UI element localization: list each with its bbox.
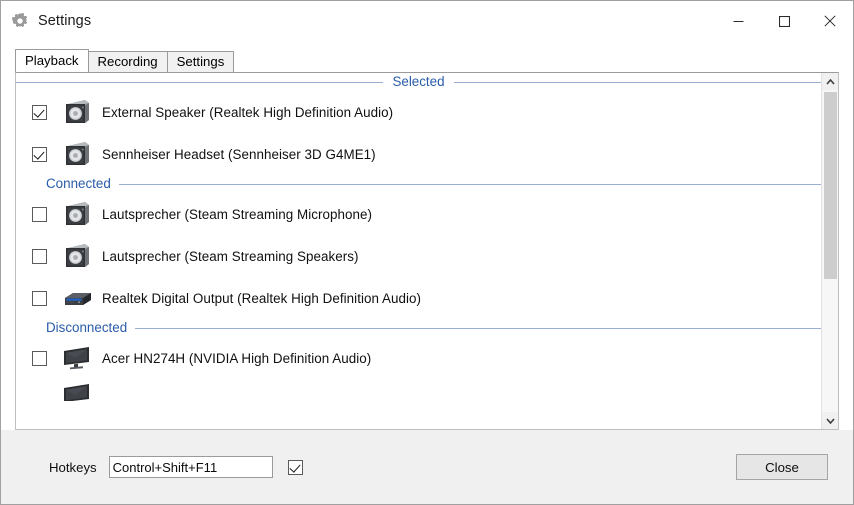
device-row[interactable]: Sennheiser Headset (Sennheiser 3D G4ME1) — [16, 133, 821, 175]
section-rule-right — [135, 328, 821, 329]
scrollbar-track[interactable] — [822, 90, 838, 412]
minimize-button[interactable] — [715, 1, 761, 41]
speaker-icon — [60, 138, 94, 170]
tab-strip: Playback Recording Settings — [15, 49, 839, 72]
window-controls — [715, 1, 853, 41]
window-title: Settings — [38, 13, 91, 29]
section-header-selected: Selected — [16, 73, 821, 91]
title-bar: Settings — [1, 1, 853, 41]
device-row[interactable]: Realtek Digital Output (Realtek High Def… — [16, 277, 821, 319]
hotkeys-input[interactable] — [109, 456, 273, 478]
device-label: Lautsprecher (Steam Streaming Speakers) — [102, 249, 359, 264]
section-rule-lead — [16, 184, 38, 185]
tab-playback-label: Playback — [25, 54, 79, 67]
tab-settings[interactable]: Settings — [167, 51, 235, 72]
section-label-disconnected: Disconnected — [38, 321, 135, 334]
monitor-icon — [60, 379, 94, 401]
device-label: Sennheiser Headset (Sennheiser 3D G4ME1) — [102, 147, 376, 162]
device-checkbox[interactable] — [32, 291, 47, 306]
device-list[interactable]: Selected — [16, 73, 821, 429]
device-checkbox[interactable] — [32, 249, 47, 264]
tab-recording-label: Recording — [98, 55, 158, 68]
section-rule-right — [454, 82, 821, 83]
section-rule-lead — [16, 328, 38, 329]
hotkeys-label: Hotkeys — [49, 460, 97, 475]
maximize-button[interactable] — [761, 1, 807, 41]
tab-settings-label: Settings — [177, 55, 225, 68]
device-row[interactable]: Lautsprecher (Steam Streaming Microphone… — [16, 193, 821, 235]
device-checkbox[interactable] — [32, 351, 47, 366]
hotkeys-enabled-checkbox[interactable] — [288, 460, 303, 475]
device-label: Lautsprecher (Steam Streaming Microphone… — [102, 207, 372, 222]
scrollbar-thumb[interactable] — [824, 92, 837, 279]
footer-bar: Hotkeys Close — [1, 430, 853, 504]
device-checkbox[interactable] — [32, 105, 47, 120]
speaker-icon — [60, 96, 94, 128]
device-label: Acer HN274H (NVIDIA High Definition Audi… — [102, 351, 371, 366]
title-bar-left: Settings — [1, 12, 91, 30]
settings-dialog: Settings Playback Recording — [0, 0, 854, 505]
chevron-up-icon[interactable] — [822, 73, 838, 90]
device-label: External Speaker (Realtek High Definitio… — [102, 105, 393, 120]
device-row[interactable]: Acer HN274H (NVIDIA High Definition Audi… — [16, 337, 821, 379]
section-label-selected: Selected — [383, 75, 453, 88]
device-checkbox[interactable] — [32, 147, 47, 162]
tab-recording[interactable]: Recording — [88, 51, 168, 72]
section-rule-right — [119, 184, 821, 185]
tab-playback[interactable]: Playback — [15, 49, 89, 72]
device-row-clipped[interactable] — [16, 379, 821, 401]
monitor-icon — [60, 342, 94, 374]
section-header-disconnected: Disconnected — [16, 319, 821, 337]
speaker-icon — [60, 240, 94, 272]
vertical-scrollbar[interactable] — [821, 73, 838, 429]
section-label-connected: Connected — [38, 177, 119, 190]
section-header-connected: Connected — [16, 175, 821, 193]
close-button[interactable]: Close — [736, 454, 828, 480]
digital-output-icon — [60, 282, 94, 314]
device-list-panel: Selected — [15, 72, 839, 430]
device-row[interactable]: Lautsprecher (Steam Streaming Speakers) — [16, 235, 821, 277]
section-rule-left — [16, 82, 383, 83]
device-row[interactable]: External Speaker (Realtek High Definitio… — [16, 91, 821, 133]
chevron-down-icon[interactable] — [822, 412, 838, 429]
device-label: Realtek Digital Output (Realtek High Def… — [102, 291, 421, 306]
tab-strip-container: Playback Recording Settings — [1, 41, 853, 72]
device-checkbox[interactable] — [32, 207, 47, 222]
gear-icon — [11, 12, 29, 30]
speaker-icon — [60, 198, 94, 230]
close-button-titlebar[interactable] — [807, 1, 853, 41]
hotkeys-group: Hotkeys — [1, 456, 303, 478]
